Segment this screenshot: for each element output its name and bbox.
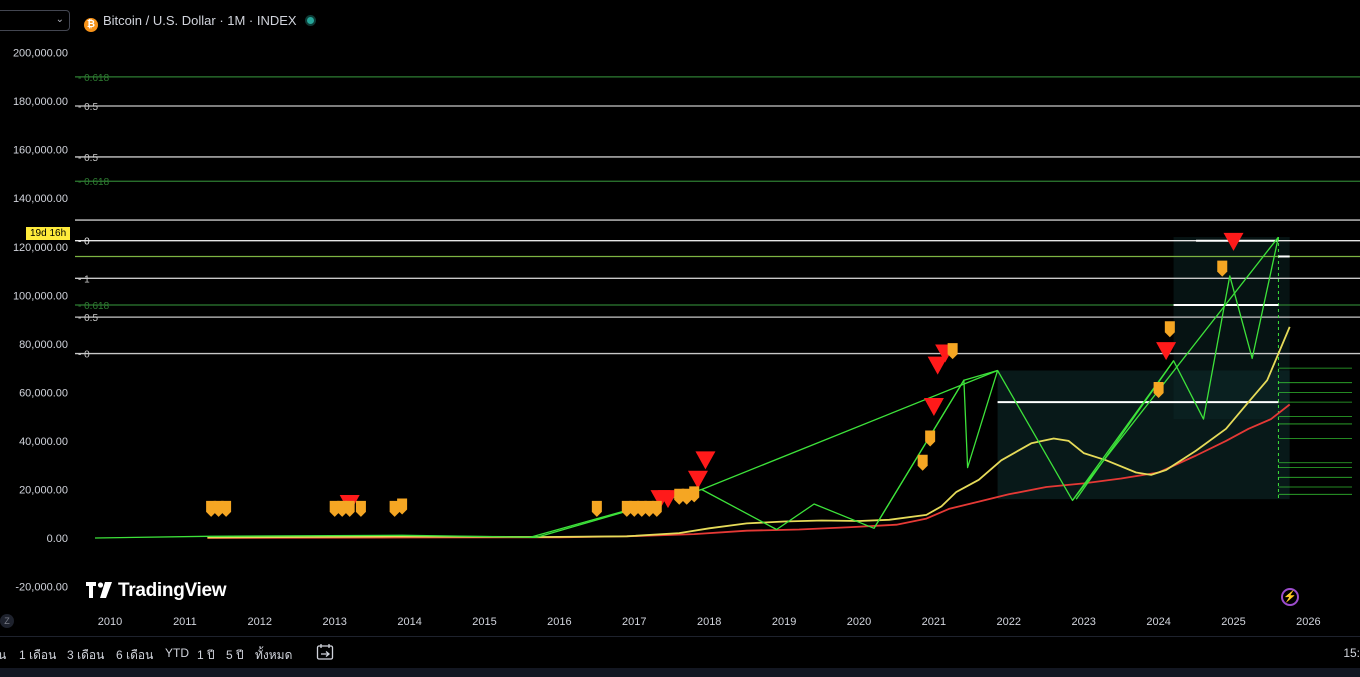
chart-header: ⌄ ₿ Bitcoin / U.S. Dollar · 1M · INDEX: [0, 0, 1360, 40]
price-chart[interactable]: - 0.618- 0.5- 0.5- 0.618- 0- 1- 0.618- 0…: [0, 0, 1360, 677]
y-tick-label: 40,000.00: [19, 436, 68, 448]
fib-level-label: - 0.618: [78, 177, 110, 188]
alert-flag-marker: [917, 454, 928, 471]
x-tick-label: 2014: [397, 616, 421, 628]
alert-flag-marker: [221, 500, 232, 517]
y-tick-label: 120,000.00: [13, 242, 68, 254]
chevron-down-icon: ⌄: [55, 14, 64, 25]
market-status-icon: [306, 17, 314, 24]
x-tick-label: 2026: [1296, 616, 1320, 628]
x-tick-label: 2017: [622, 616, 646, 628]
x-tick-label: 2016: [547, 616, 571, 628]
symbol-selector[interactable]: ⌄: [0, 10, 70, 31]
y-tick-label: 140,000.00: [13, 193, 68, 205]
fib-level-label: - 0: [78, 237, 90, 248]
alert-flag-marker: [344, 500, 355, 517]
range-button-5y[interactable]: 5 ปี: [226, 646, 244, 665]
fib-level-label: - 0.5: [78, 313, 98, 324]
x-tick-label: 2012: [248, 616, 272, 628]
x-tick-label: 2015: [472, 616, 496, 628]
fib-level-label: - 0: [78, 350, 90, 361]
fib-level-label: - 0.5: [78, 102, 98, 113]
footer-strip: [0, 668, 1360, 677]
x-tick-label: 2024: [1146, 616, 1170, 628]
y-tick-label: 200,000.00: [13, 48, 68, 60]
tradingview-logo-icon: [86, 582, 112, 598]
fib-level-label: - 0.5: [78, 153, 98, 164]
alert-flag-marker: [591, 500, 602, 517]
series-line: [873, 370, 999, 529]
fib-level-label: - 0.618: [78, 73, 110, 84]
sell-signal-marker: [1156, 342, 1177, 361]
sell-signal-marker: [695, 451, 716, 470]
y-tick-label: -20,000.00: [15, 582, 68, 594]
x-tick-label: 2020: [847, 616, 871, 628]
x-tick-label: 2023: [1071, 616, 1095, 628]
x-tick-label: 2021: [922, 616, 946, 628]
fib-level-label: - 0.618: [78, 301, 110, 312]
y-tick-label: 180,000.00: [13, 96, 68, 108]
x-tick-label: 2018: [697, 616, 721, 628]
timezone-z-button[interactable]: Z: [0, 614, 14, 628]
x-tick-label: 2011: [173, 616, 197, 628]
x-tick-label: 2019: [772, 616, 796, 628]
x-tick-label: 2025: [1221, 616, 1245, 628]
symbol-title[interactable]: ₿ Bitcoin / U.S. Dollar · 1M · INDEX: [84, 13, 314, 32]
x-tick-label: 2022: [997, 616, 1021, 628]
symbol-title-text: Bitcoin / U.S. Dollar · 1M · INDEX: [103, 13, 297, 28]
clock-readout: 15:: [1343, 646, 1360, 660]
range-toolbar: ัน 1 เดือน 3 เดือน 6 เดือน YTD 1 ปี 5 ปี…: [0, 636, 1360, 669]
range-button-6m[interactable]: 6 เดือน: [116, 646, 153, 665]
range-button-3m[interactable]: 3 เดือน: [67, 646, 104, 665]
alert-flag-marker: [651, 500, 662, 517]
alert-flag-marker: [355, 500, 366, 517]
y-tick-label: 60,000.00: [19, 387, 68, 399]
bar-countdown-label: 19d 16h: [26, 227, 71, 240]
y-tick-label: 160,000.00: [13, 145, 68, 157]
sell-signal-marker: [687, 470, 708, 489]
y-tick-label: 100,000.00: [13, 290, 68, 302]
bitcoin-icon: ₿: [84, 18, 98, 32]
x-tick-label: 2010: [98, 616, 122, 628]
alert-flag-marker: [947, 343, 958, 360]
tradingview-logo-text: TradingView: [118, 580, 227, 601]
range-button-day[interactable]: ัน: [0, 646, 6, 665]
series-line: [701, 369, 998, 491]
range-button-1m[interactable]: 1 เดือน: [19, 646, 56, 665]
fib-level-label: - 1: [78, 274, 90, 285]
goto-date-icon[interactable]: [316, 643, 334, 661]
x-tick-label: 2013: [322, 616, 346, 628]
lightning-icon[interactable]: ⚡: [1281, 588, 1299, 606]
sell-signal-marker: [923, 397, 944, 416]
y-tick-label: 20,000.00: [19, 484, 68, 496]
y-tick-label: 80,000.00: [19, 339, 68, 351]
range-button-1y[interactable]: 1 ปี: [197, 646, 215, 665]
alert-flag-marker: [925, 430, 936, 447]
range-button-ytd[interactable]: YTD: [165, 646, 189, 660]
range-button-all[interactable]: ทั้งหมด: [255, 646, 292, 665]
y-tick-label: 0.00: [47, 533, 68, 545]
alert-flag-marker: [1164, 321, 1175, 338]
